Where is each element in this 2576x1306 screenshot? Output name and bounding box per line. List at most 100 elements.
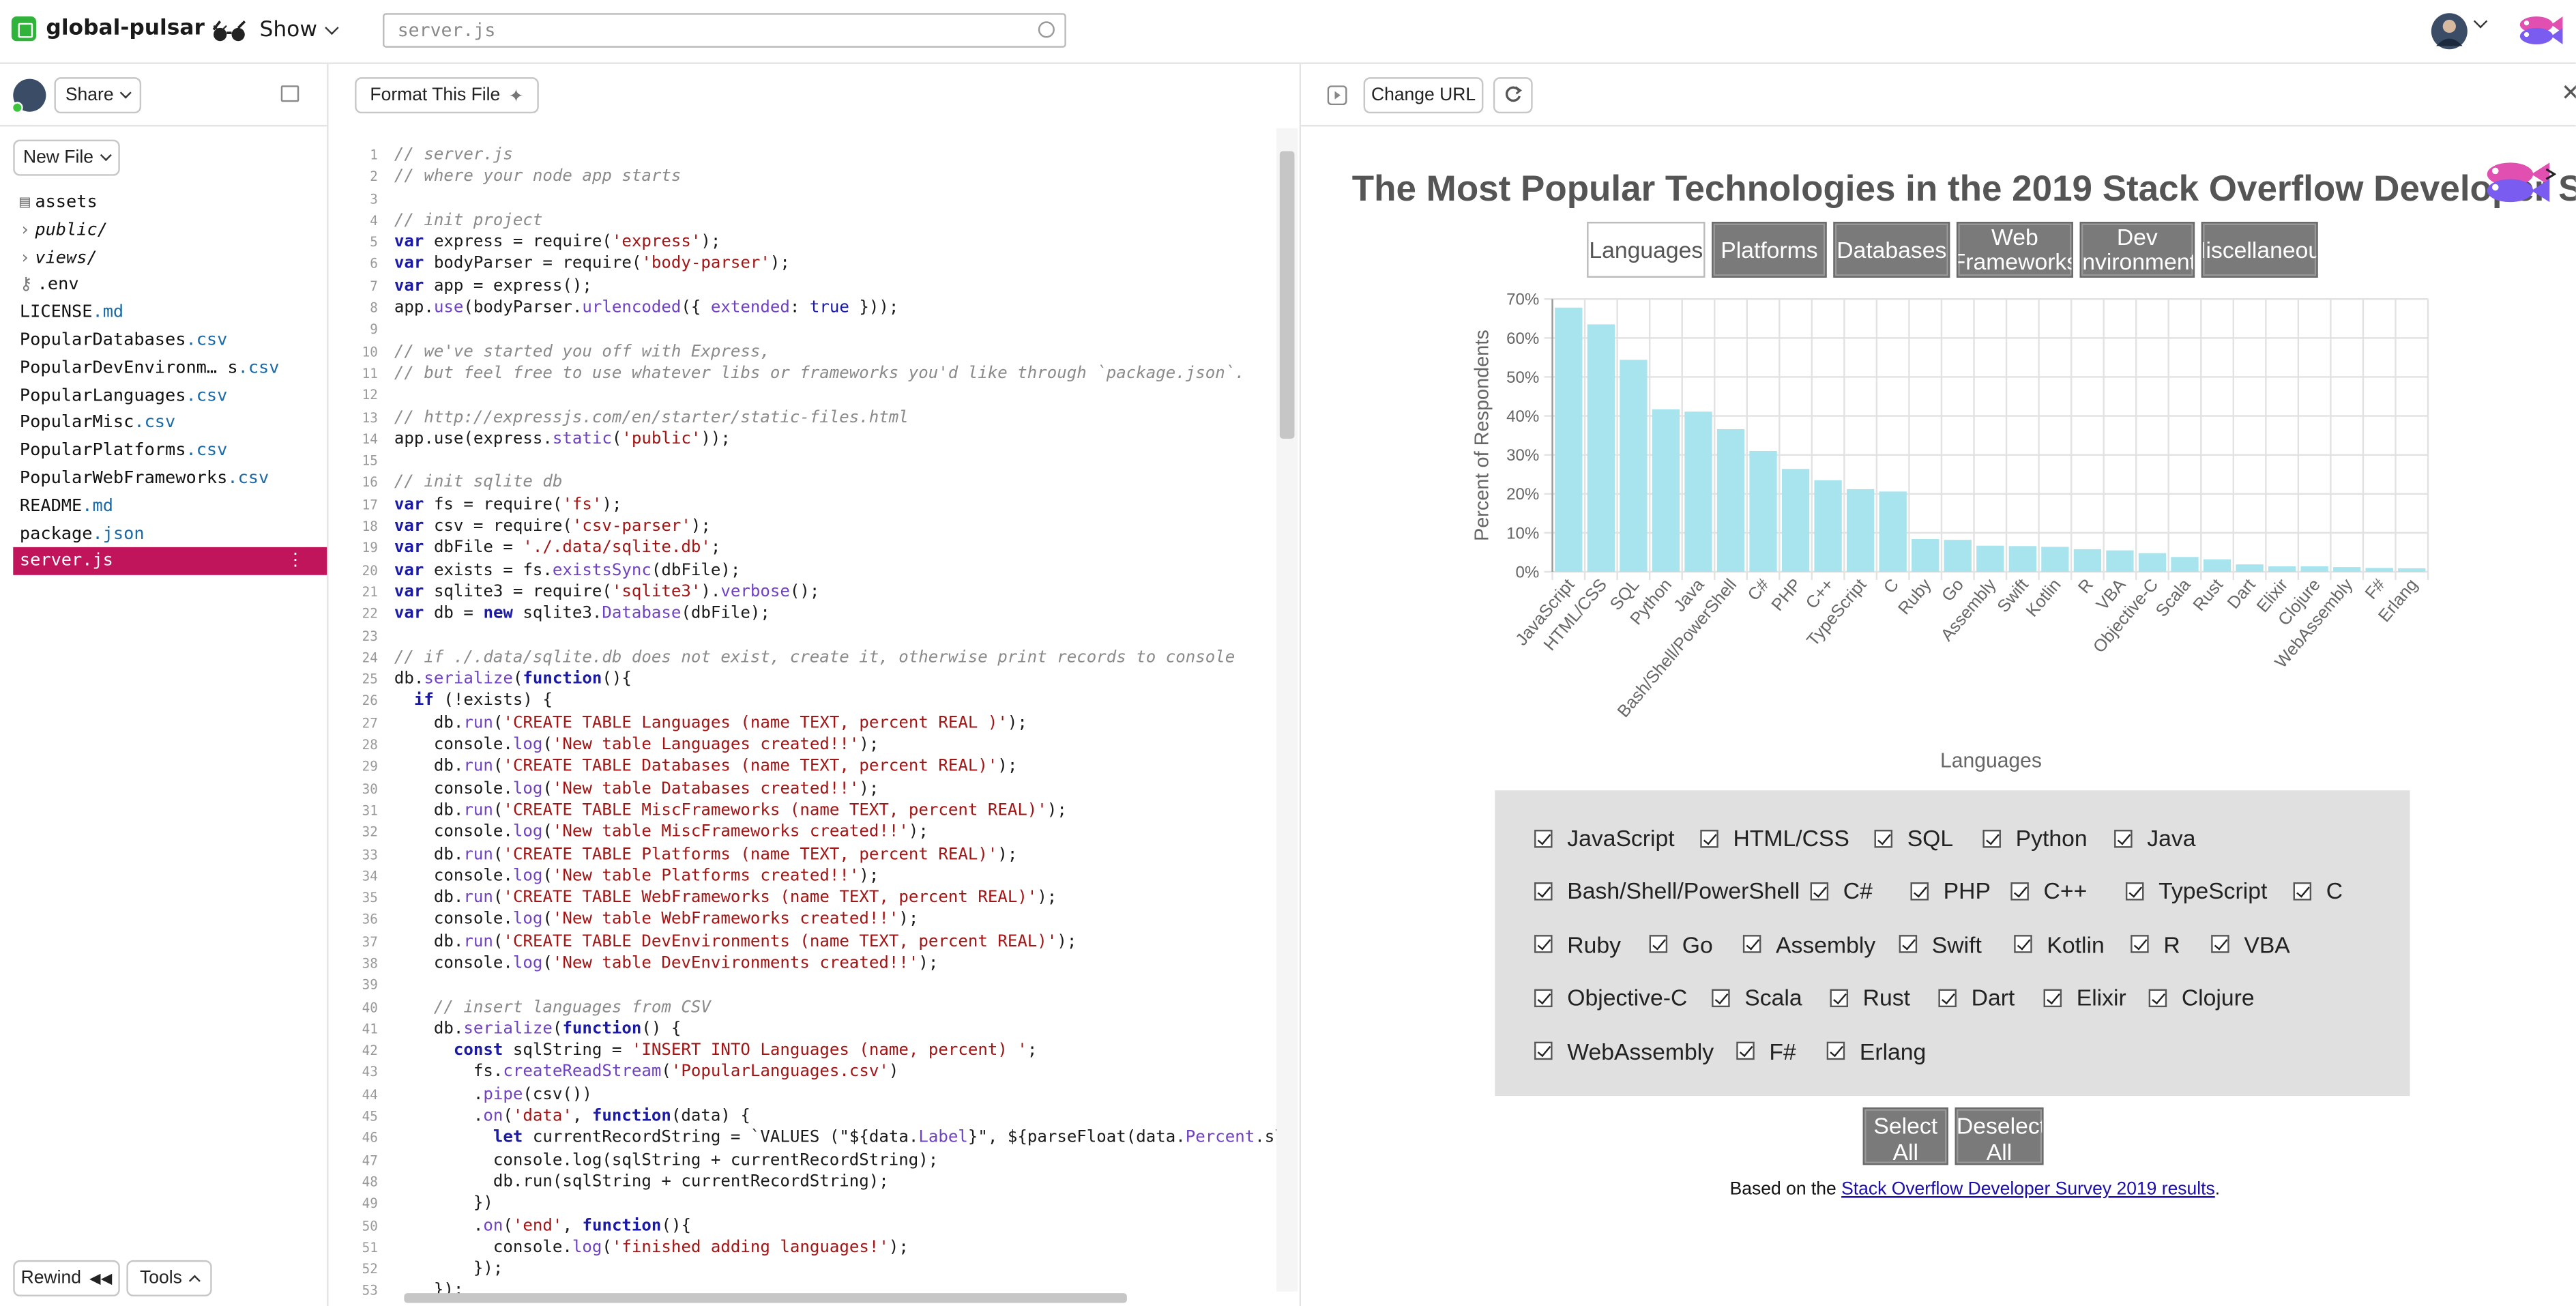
language-checkbox-item[interactable]: F#: [1736, 1038, 1796, 1064]
show-menu[interactable]: Show: [210, 18, 339, 43]
select-all-button[interactable]: Select All: [1862, 1107, 1948, 1165]
change-url-button[interactable]: Change URL: [1363, 77, 1484, 114]
horizontal-scroll-thumb[interactable]: [404, 1293, 1127, 1303]
language-checkbox-item[interactable]: C: [2293, 878, 2343, 904]
checkbox-checked-icon[interactable]: [1736, 1041, 1755, 1060]
file-item[interactable]: LICENSE.md: [13, 300, 327, 327]
file-item[interactable]: › public/: [13, 216, 327, 244]
chevron-down-icon[interactable]: [2473, 14, 2488, 29]
deselect-all-button[interactable]: Deselect All: [1955, 1107, 2044, 1165]
share-button[interactable]: Share: [54, 77, 142, 114]
language-checkbox-item[interactable]: VBA: [2211, 931, 2290, 957]
language-checkbox-item[interactable]: Clojure: [2148, 985, 2255, 1011]
language-checkbox-item[interactable]: Python: [1982, 825, 2088, 851]
tab-web-frameworks[interactable]: Web Frameworks: [1956, 222, 2073, 278]
checkbox-checked-icon[interactable]: [1649, 935, 1668, 954]
language-checkbox-item[interactable]: Dart: [1938, 985, 2015, 1011]
checkbox-checked-icon[interactable]: [2293, 882, 2312, 901]
tab-languages[interactable]: Languages: [1587, 222, 1706, 278]
checkbox-checked-icon[interactable]: [1810, 882, 1829, 901]
language-checkbox-item[interactable]: Swift: [1899, 931, 1982, 957]
file-item[interactable]: PopularPlatforms.csv: [13, 437, 327, 465]
checkbox-checked-icon[interactable]: [2114, 828, 2133, 847]
checkbox-checked-icon[interactable]: [1826, 1041, 1845, 1060]
tab-databases[interactable]: Databases: [1833, 222, 1950, 278]
checkbox-checked-icon[interactable]: [1938, 988, 1957, 1007]
file-item[interactable]: ⚷ .env: [13, 272, 327, 299]
checkbox-checked-icon[interactable]: [1982, 828, 2001, 847]
checkbox-checked-icon[interactable]: [1874, 828, 1893, 847]
vertical-scroll-thumb[interactable]: [1279, 151, 1295, 439]
checkbox-checked-icon[interactable]: [2014, 935, 2032, 954]
checkbox-checked-icon[interactable]: [2043, 988, 2062, 1007]
checkbox-checked-icon[interactable]: [2211, 935, 2229, 954]
checkbox-checked-icon[interactable]: [1700, 828, 1718, 847]
checkbox-checked-icon[interactable]: [2125, 882, 2144, 901]
language-checkbox-item[interactable]: SQL: [1874, 825, 1953, 851]
survey-results-link[interactable]: Stack Overflow Developer Survey 2019 res…: [1841, 1180, 2215, 1200]
code-area[interactable]: // server.js // where your node app start…: [394, 145, 1278, 1303]
checkbox-checked-icon[interactable]: [1830, 988, 1848, 1007]
preview-play-icon[interactable]: [1327, 85, 1347, 106]
glitch-fish-icon[interactable]: [2515, 12, 2564, 48]
file-item[interactable]: README.md: [13, 493, 327, 520]
checkbox-checked-icon[interactable]: [1534, 935, 1553, 954]
file-item[interactable]: › views/: [13, 244, 327, 272]
file-item[interactable]: package.json: [13, 520, 327, 547]
checkbox-checked-icon[interactable]: [1742, 935, 1761, 954]
line-number: 6: [370, 257, 378, 272]
project-menu[interactable]: global-pulsar: [11, 16, 226, 42]
file-options-icon[interactable]: ⋮: [287, 548, 304, 575]
language-checkbox-item[interactable]: R: [2131, 931, 2180, 957]
file-item[interactable]: PopularDevEnvironm… s.csv: [13, 355, 327, 382]
glitch-fish-icon[interactable]: [2480, 154, 2556, 210]
language-checkbox-item[interactable]: C++: [2010, 878, 2087, 904]
language-checkbox-item[interactable]: TypeScript: [2125, 878, 2267, 904]
language-checkbox-item[interactable]: Ruby: [1534, 931, 1621, 957]
language-checkbox-item[interactable]: Go: [1649, 931, 1713, 957]
language-checkbox-item[interactable]: JavaScript: [1534, 825, 1675, 851]
file-item[interactable]: PopularLanguages.csv: [13, 382, 327, 409]
new-file-button[interactable]: New File: [13, 139, 120, 176]
file-item[interactable]: ▤ assets: [13, 189, 327, 216]
checkbox-checked-icon[interactable]: [1534, 882, 1553, 901]
file-item[interactable]: PopularMisc.csv: [13, 409, 327, 437]
refresh-button[interactable]: [1493, 77, 1533, 114]
language-checkbox-item[interactable]: Rust: [1830, 985, 1910, 1011]
collaborator-avatar[interactable]: [11, 78, 46, 114]
tools-button[interactable]: Tools: [126, 1260, 212, 1296]
file-item[interactable]: PopularWebFrameworks.csv: [13, 465, 327, 492]
language-checkbox-item[interactable]: Erlang: [1826, 1038, 1926, 1064]
language-checkbox-item[interactable]: PHP: [1910, 878, 1991, 904]
rewind-button[interactable]: Rewind ◀◀: [13, 1260, 120, 1296]
tab-dev-environments[interactable]: Dev Environments: [2079, 222, 2195, 278]
tab-platforms[interactable]: Platforms: [1712, 222, 1827, 278]
checkbox-checked-icon[interactable]: [1534, 828, 1553, 847]
file-item[interactable]: server.js ⋮: [13, 547, 327, 576]
checkbox-checked-icon[interactable]: [1534, 1041, 1553, 1060]
tab-miscellaneous[interactable]: Miscellaneous: [2201, 222, 2318, 278]
language-checkbox-item[interactable]: Scala: [1712, 985, 1802, 1011]
language-checkbox-item[interactable]: HTML/CSS: [1700, 825, 1849, 851]
language-checkbox-item[interactable]: Assembly: [1742, 931, 1875, 957]
checkbox-checked-icon[interactable]: [1899, 935, 1918, 954]
language-checkbox-item[interactable]: Objective-C: [1534, 985, 1687, 1011]
checkbox-checked-icon[interactable]: [1534, 988, 1553, 1007]
checkbox-checked-icon[interactable]: [2131, 935, 2149, 954]
user-avatar[interactable]: [2431, 13, 2468, 50]
collapse-sidebar-icon[interactable]: [280, 85, 299, 102]
checkbox-checked-icon[interactable]: [2148, 988, 2167, 1007]
checkbox-checked-icon[interactable]: [1910, 882, 1929, 901]
checkbox-checked-icon[interactable]: [2010, 882, 2029, 901]
format-file-button[interactable]: Format This File ✦: [355, 77, 539, 114]
checkbox-checked-icon[interactable]: [1712, 988, 1730, 1007]
language-checkbox-item[interactable]: Bash/Shell/PowerShell: [1534, 878, 1800, 904]
language-checkbox-item[interactable]: WebAssembly: [1534, 1038, 1714, 1064]
language-checkbox-item[interactable]: C#: [1810, 878, 1873, 904]
file-item[interactable]: PopularDatabases.csv: [13, 327, 327, 354]
search-input[interactable]: server.js: [383, 13, 1066, 48]
language-checkbox-item[interactable]: Elixir: [2043, 985, 2126, 1011]
language-checkbox-item[interactable]: Kotlin: [2014, 931, 2105, 957]
close-icon[interactable]: ✕: [2561, 81, 2576, 107]
language-checkbox-item[interactable]: Java: [2114, 825, 2195, 851]
